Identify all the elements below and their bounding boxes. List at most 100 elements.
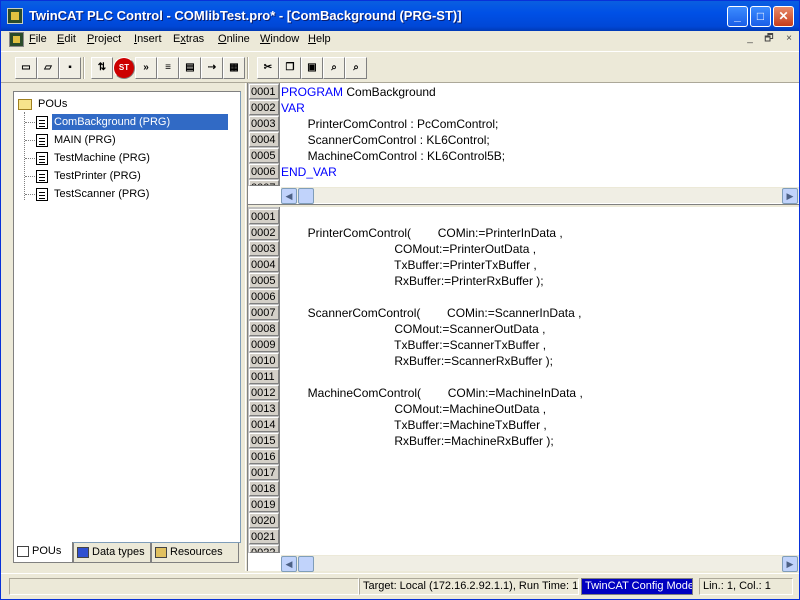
code-line[interactable]: VAR bbox=[281, 100, 305, 116]
window-title: TwinCAT PLC Control - COMlibTest.pro* - … bbox=[29, 8, 462, 23]
logout-button[interactable]: ⇢ bbox=[201, 57, 223, 79]
code-line[interactable]: TxBuffer:=PrinterTxBuffer , bbox=[281, 257, 537, 273]
code-line[interactable]: ScannerComControl : KL6Control; bbox=[281, 132, 490, 148]
code-line[interactable]: TxBuffer:=MachineTxBuffer , bbox=[281, 417, 547, 433]
tab-pous[interactable]: POUs bbox=[13, 542, 73, 563]
stop-button[interactable]: ST bbox=[113, 57, 135, 79]
menu-mnemonic: P bbox=[87, 33, 95, 45]
menu-mnemonic: x bbox=[180, 33, 186, 45]
line-number: 0022 bbox=[249, 545, 279, 553]
paste-button[interactable]: ▣ bbox=[301, 57, 323, 79]
menu-edit[interactable]: Edit bbox=[57, 33, 76, 45]
data-types-icon bbox=[77, 546, 89, 558]
line-number: 0014 bbox=[249, 417, 279, 432]
code-line[interactable]: PrinterComControl( COMin:=PrinterInData … bbox=[281, 225, 563, 241]
status-bar: Target: Local (172.16.2.92.1.1), Run Tim… bbox=[1, 573, 799, 599]
line-number: 0003 bbox=[249, 241, 279, 256]
maximize-button[interactable]: □ bbox=[750, 6, 771, 27]
object-organizer: POUs ComBackground (PRG) MAIN (PRG) TestMa… bbox=[9, 85, 245, 567]
line-number: 0001 bbox=[249, 209, 279, 224]
login-button[interactable]: ⇅ bbox=[91, 57, 113, 79]
tree-connector bbox=[25, 194, 35, 195]
scroll-left-button[interactable]: ◀ bbox=[281, 188, 297, 204]
code-line[interactable]: TxBuffer:=ScannerTxBuffer , bbox=[281, 337, 546, 353]
organizer-tabs: POUs Data types Resources bbox=[13, 542, 241, 563]
code-line[interactable]: COMout:=ScannerOutData , bbox=[281, 321, 545, 337]
step-button[interactable]: ≡ bbox=[157, 57, 179, 79]
cut-button[interactable]: ✂ bbox=[257, 57, 279, 79]
save-button[interactable]: ▪ bbox=[59, 57, 81, 79]
menu-file[interactable]: File bbox=[29, 33, 47, 45]
code-line[interactable]: END_VAR bbox=[281, 164, 337, 180]
code-line[interactable]: RxBuffer:=MachineRxBuffer ); bbox=[281, 433, 553, 449]
mdi-close-button[interactable]: × bbox=[782, 33, 796, 46]
find-icon: ⌕ bbox=[331, 62, 337, 73]
scroll-thumb[interactable] bbox=[298, 188, 314, 204]
code-line[interactable]: ScannerComControl( COMin:=ScannerInData … bbox=[281, 305, 582, 321]
title-bar[interactable]: TwinCAT PLC Control - COMlibTest.pro* - … bbox=[1, 1, 799, 31]
line-number: 0021 bbox=[249, 529, 279, 544]
code-line[interactable]: MachineComControl : KL6Control5B; bbox=[281, 148, 505, 164]
menu-mnemonic: H bbox=[308, 33, 316, 45]
line-number: 0020 bbox=[249, 513, 279, 528]
line-number: 0016 bbox=[249, 449, 279, 464]
mdi-minimize-button[interactable]: _ bbox=[743, 33, 757, 46]
tab-resources[interactable]: Resources bbox=[151, 543, 239, 563]
new-button[interactable]: ▭ bbox=[15, 57, 37, 79]
body-editor[interactable]: 0001 0002 PrinterComControl( COMin:=Print… bbox=[248, 207, 799, 572]
find-next-button[interactable]: ⌕ bbox=[345, 57, 367, 79]
line-number: 0005 bbox=[249, 148, 279, 163]
scroll-right-button[interactable]: ▶ bbox=[782, 188, 798, 204]
tree-item[interactable]: TestMachine (PRG) bbox=[36, 150, 152, 166]
breakpoint-button[interactable]: ▤ bbox=[179, 57, 201, 79]
line-number: 0006 bbox=[249, 289, 279, 304]
open-icon: ▱ bbox=[44, 62, 52, 73]
minimize-button[interactable]: _ bbox=[727, 6, 748, 27]
tab-data-types[interactable]: Data types bbox=[73, 543, 151, 563]
tree-item[interactable]: TestPrinter (PRG) bbox=[36, 168, 143, 184]
open-button[interactable]: ▱ bbox=[37, 57, 59, 79]
body-hscrollbar[interactable]: ◀ ▶ bbox=[281, 555, 799, 572]
code-line[interactable]: PrinterComControl : PcComControl; bbox=[281, 116, 499, 132]
app-icon[interactable] bbox=[7, 8, 23, 24]
status-target: Target: Local (172.16.2.92.1.1), Run Tim… bbox=[359, 578, 579, 595]
tree-connector bbox=[25, 176, 35, 177]
menu-insert[interactable]: Insert bbox=[134, 33, 162, 45]
code-line[interactable]: RxBuffer:=ScannerRxBuffer ); bbox=[281, 353, 553, 369]
tree-item[interactable]: TestScanner (PRG) bbox=[36, 186, 151, 202]
resources-icon bbox=[155, 546, 167, 558]
line-number: 0006 bbox=[249, 164, 279, 179]
menu-extras[interactable]: Extras bbox=[173, 33, 204, 45]
download-button[interactable]: ▦ bbox=[223, 57, 245, 79]
code-line[interactable]: MachineComControl( COMin:=MachineInData … bbox=[281, 385, 583, 401]
scroll-right-button[interactable]: ▶ bbox=[782, 556, 798, 572]
tree-item[interactable]: ComBackground (PRG) bbox=[36, 114, 234, 130]
line-number: 0005 bbox=[249, 273, 279, 288]
document-icon[interactable] bbox=[9, 32, 24, 47]
scroll-left-button[interactable]: ◀ bbox=[281, 556, 297, 572]
mdi-restore-button[interactable]: 🗗 bbox=[762, 33, 776, 46]
run-button[interactable]: » bbox=[135, 57, 157, 79]
menu-project[interactable]: Project bbox=[87, 33, 121, 45]
code-line[interactable]: RxBuffer:=PrinterRxBuffer ); bbox=[281, 273, 543, 289]
menu-window[interactable]: Window bbox=[260, 33, 299, 45]
document-icon bbox=[36, 133, 48, 147]
code-line[interactable]: PROGRAM ComBackground bbox=[281, 84, 436, 100]
close-button[interactable]: ✕ bbox=[773, 6, 794, 27]
find-button[interactable]: ⌕ bbox=[323, 57, 345, 79]
declaration-editor[interactable]: 0001 PROGRAM ComBackground 0002 VAR 0003 Pri… bbox=[248, 83, 799, 205]
tree-item[interactable]: MAIN (PRG) bbox=[36, 132, 118, 148]
declaration-hscrollbar[interactable]: ◀ ▶ bbox=[281, 187, 799, 204]
menu-mnemonic: O bbox=[218, 33, 227, 45]
code-line[interactable]: COMout:=PrinterOutData , bbox=[281, 241, 536, 257]
code-line[interactable]: COMout:=MachineOutData , bbox=[281, 401, 546, 417]
copy-button[interactable]: ❐ bbox=[279, 57, 301, 79]
menu-help[interactable]: Help bbox=[308, 33, 331, 45]
menu-online[interactable]: Online bbox=[218, 33, 250, 45]
scroll-thumb[interactable] bbox=[298, 556, 314, 572]
tree-root-pous[interactable]: POUs bbox=[18, 96, 69, 112]
pou-tree[interactable]: POUs ComBackground (PRG) MAIN (PRG) TestMa… bbox=[13, 91, 241, 543]
status-message bbox=[9, 578, 359, 595]
line-number: 0015 bbox=[249, 433, 279, 448]
tree-connector bbox=[25, 158, 35, 159]
